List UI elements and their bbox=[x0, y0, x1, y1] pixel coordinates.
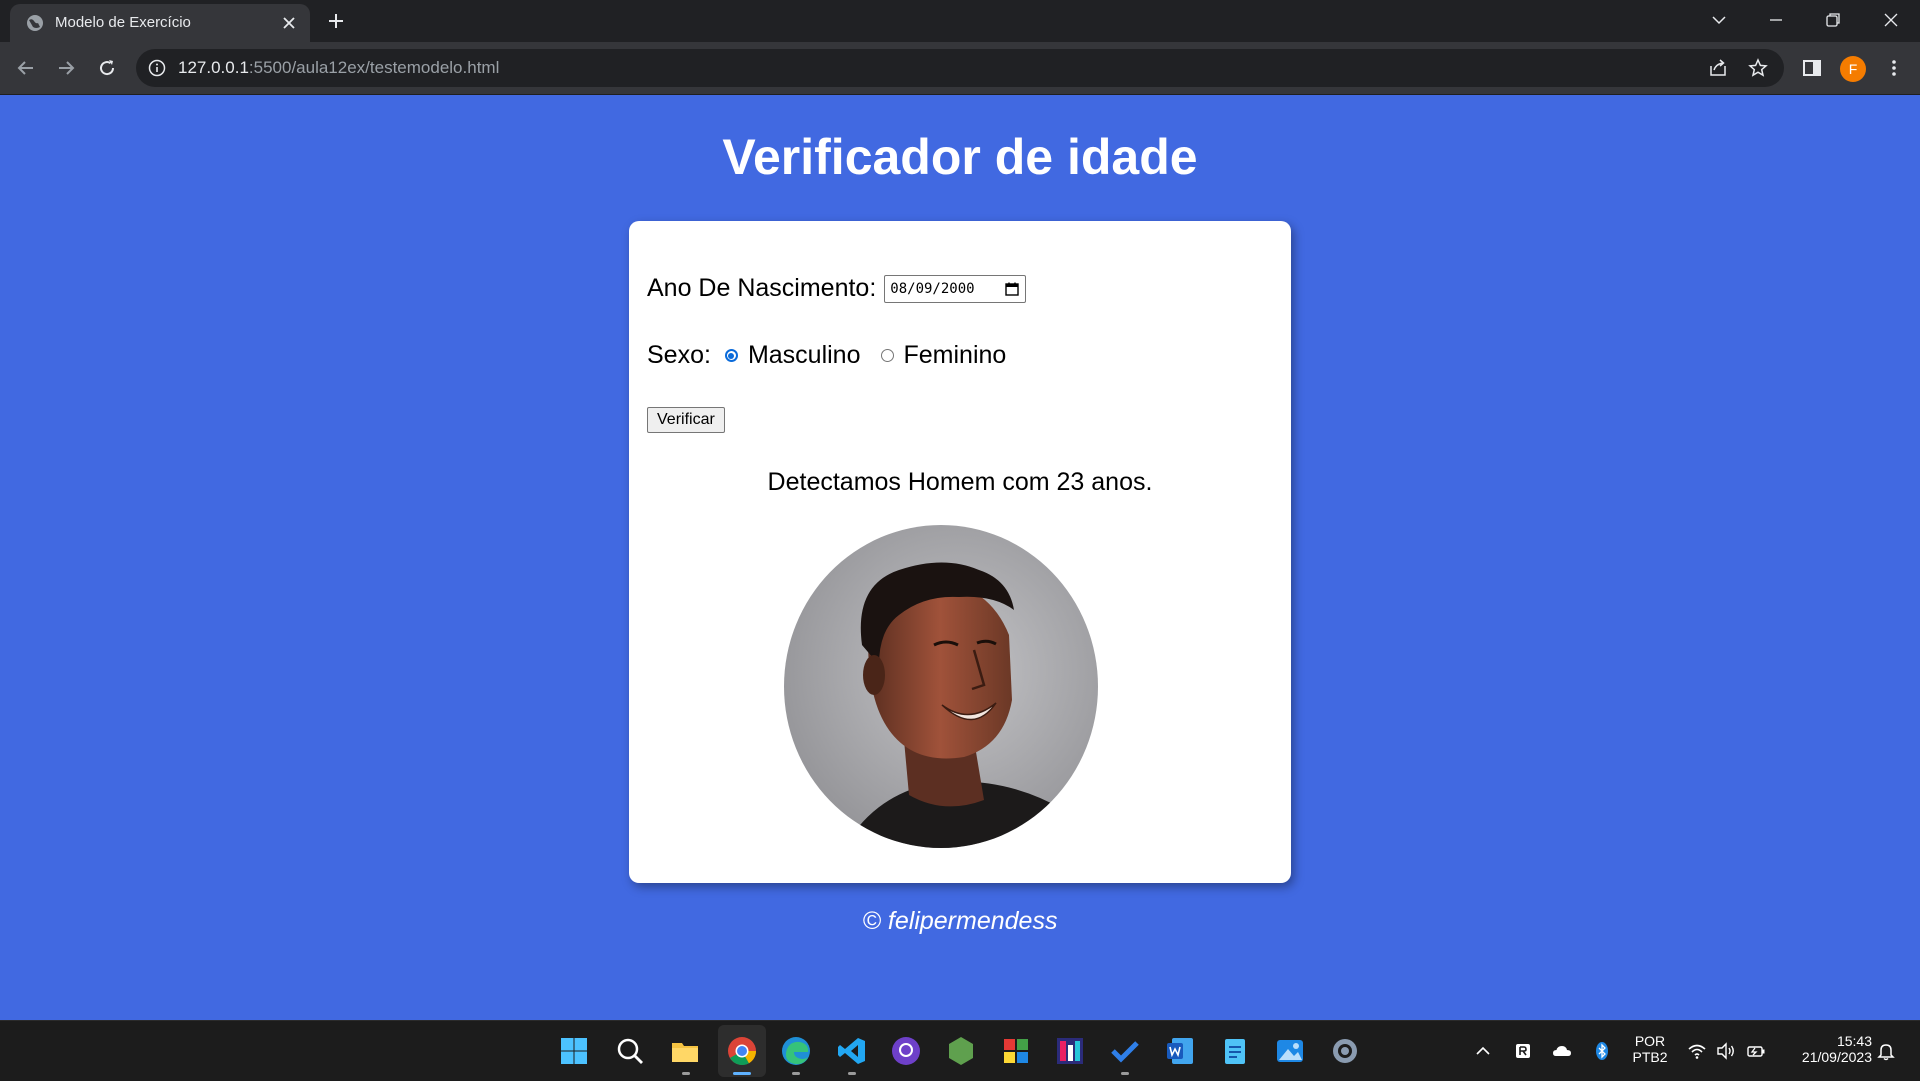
notification-bell-icon[interactable] bbox=[1876, 1041, 1896, 1061]
birth-row: Ano De Nascimento: 08/09/2000 bbox=[647, 274, 1027, 303]
page-title: Verificador de idade bbox=[722, 129, 1198, 185]
volume-icon[interactable] bbox=[1716, 1041, 1736, 1061]
new-tab-icon[interactable] bbox=[326, 11, 346, 31]
side-panel-icon[interactable] bbox=[1800, 56, 1824, 80]
verify-button[interactable]: Verificar bbox=[647, 407, 725, 433]
profile-avatar[interactable]: F bbox=[1840, 56, 1866, 82]
language-code: POR bbox=[1634, 1033, 1666, 1049]
tab-title: Modelo de Exercício bbox=[55, 14, 191, 31]
color-app-icon[interactable] bbox=[1000, 1035, 1032, 1067]
keyboard-layout: PTB2 bbox=[1632, 1049, 1668, 1065]
edge-icon[interactable] bbox=[780, 1035, 812, 1067]
chrome-running-indicator bbox=[733, 1072, 751, 1075]
jetbrains-icon[interactable] bbox=[1054, 1035, 1086, 1067]
file-explorer-icon[interactable] bbox=[669, 1035, 701, 1067]
minimize-icon[interactable] bbox=[1765, 9, 1787, 31]
clock[interactable]: 15:43 21/09/2023 bbox=[1782, 1033, 1872, 1065]
footer-credit: © felipermendess bbox=[862, 907, 1058, 935]
radio-feminino[interactable] bbox=[880, 349, 894, 362]
notepad-icon[interactable] bbox=[1219, 1035, 1251, 1067]
clock-time: 15:43 bbox=[1836, 1033, 1872, 1049]
nodejs-icon[interactable] bbox=[945, 1035, 977, 1067]
browser-tab[interactable]: Modelo de Exercício bbox=[10, 4, 310, 42]
address-bar[interactable]: 127.0.0.1:5500/aula12ex/testemodelo.html bbox=[136, 49, 1784, 87]
share-icon[interactable] bbox=[1707, 57, 1729, 79]
onedrive-cloud-icon[interactable] bbox=[1552, 1041, 1572, 1061]
todo-running-indicator bbox=[1121, 1072, 1129, 1075]
form-card: Ano De Nascimento: 08/09/2000 Sexo: Masc… bbox=[629, 221, 1291, 883]
radio-feminino-label[interactable]: Feminino bbox=[904, 341, 1007, 370]
vscode-icon[interactable] bbox=[836, 1035, 868, 1067]
browser-tab-strip: Modelo de Exercício bbox=[0, 0, 1920, 42]
url-path: :5500/aula12ex/testemodelo.html bbox=[248, 58, 500, 77]
battery-icon[interactable] bbox=[1746, 1041, 1766, 1061]
app-tray-icon[interactable] bbox=[1513, 1041, 1533, 1061]
birth-label: Ano De Nascimento: bbox=[647, 274, 877, 302]
close-window-icon[interactable] bbox=[1880, 9, 1902, 31]
birth-date-value: 08/09/2000 bbox=[890, 280, 975, 297]
restore-icon[interactable] bbox=[1822, 9, 1844, 31]
tab-search-chevron-icon[interactable] bbox=[1708, 9, 1730, 31]
radio-masculino-label[interactable]: Masculino bbox=[748, 341, 861, 370]
explorer-running-indicator bbox=[682, 1072, 690, 1075]
chrome-icon[interactable] bbox=[726, 1035, 758, 1067]
photos-icon[interactable] bbox=[1274, 1035, 1306, 1067]
clock-date: 21/09/2023 bbox=[1801, 1049, 1872, 1065]
show-hidden-icons-chevron[interactable] bbox=[1473, 1041, 1493, 1061]
settings-icon[interactable] bbox=[1329, 1035, 1361, 1067]
windows-taskbar: POR PTB2 15:43 21/09/2023 bbox=[0, 1020, 1920, 1081]
edge-running-indicator bbox=[792, 1072, 800, 1075]
word-icon[interactable] bbox=[1164, 1035, 1196, 1067]
kebab-menu-icon[interactable] bbox=[1882, 56, 1906, 80]
forward-arrow-icon[interactable] bbox=[54, 56, 78, 80]
portrait-photo bbox=[784, 525, 1098, 848]
radio-masculino[interactable] bbox=[724, 349, 738, 362]
language-indicator[interactable]: POR PTB2 bbox=[1630, 1033, 1670, 1065]
close-tab-icon[interactable] bbox=[280, 14, 298, 32]
calendar-icon[interactable] bbox=[1004, 281, 1020, 297]
browser-toolbar: 127.0.0.1:5500/aula12ex/testemodelo.html… bbox=[0, 42, 1920, 95]
url-host: 127.0.0.1 bbox=[178, 58, 249, 77]
windows-start-icon[interactable] bbox=[558, 1035, 590, 1067]
vscode-running-indicator bbox=[848, 1072, 856, 1075]
github-desktop-icon[interactable] bbox=[890, 1035, 922, 1067]
wifi-icon[interactable] bbox=[1687, 1041, 1707, 1061]
page-viewport: Verificador de idade Ano De Nascimento: … bbox=[0, 95, 1920, 1020]
globe-icon bbox=[27, 15, 43, 31]
sex-label: Sexo: bbox=[647, 341, 711, 369]
search-icon[interactable] bbox=[614, 1035, 646, 1067]
url-text[interactable]: 127.0.0.1:5500/aula12ex/testemodelo.html bbox=[178, 58, 499, 78]
result-text: Detectamos Homem com 23 anos. bbox=[767, 468, 1153, 496]
birth-date-input[interactable]: 08/09/2000 bbox=[884, 274, 1027, 303]
sex-row: Sexo: Masculino Feminino bbox=[647, 341, 1006, 370]
site-info-icon[interactable] bbox=[148, 59, 166, 77]
todo-icon[interactable] bbox=[1109, 1035, 1141, 1067]
back-arrow-icon[interactable] bbox=[14, 56, 38, 80]
reload-icon[interactable] bbox=[95, 56, 119, 80]
bluetooth-icon[interactable] bbox=[1592, 1041, 1612, 1061]
bookmark-star-icon[interactable] bbox=[1747, 57, 1769, 79]
